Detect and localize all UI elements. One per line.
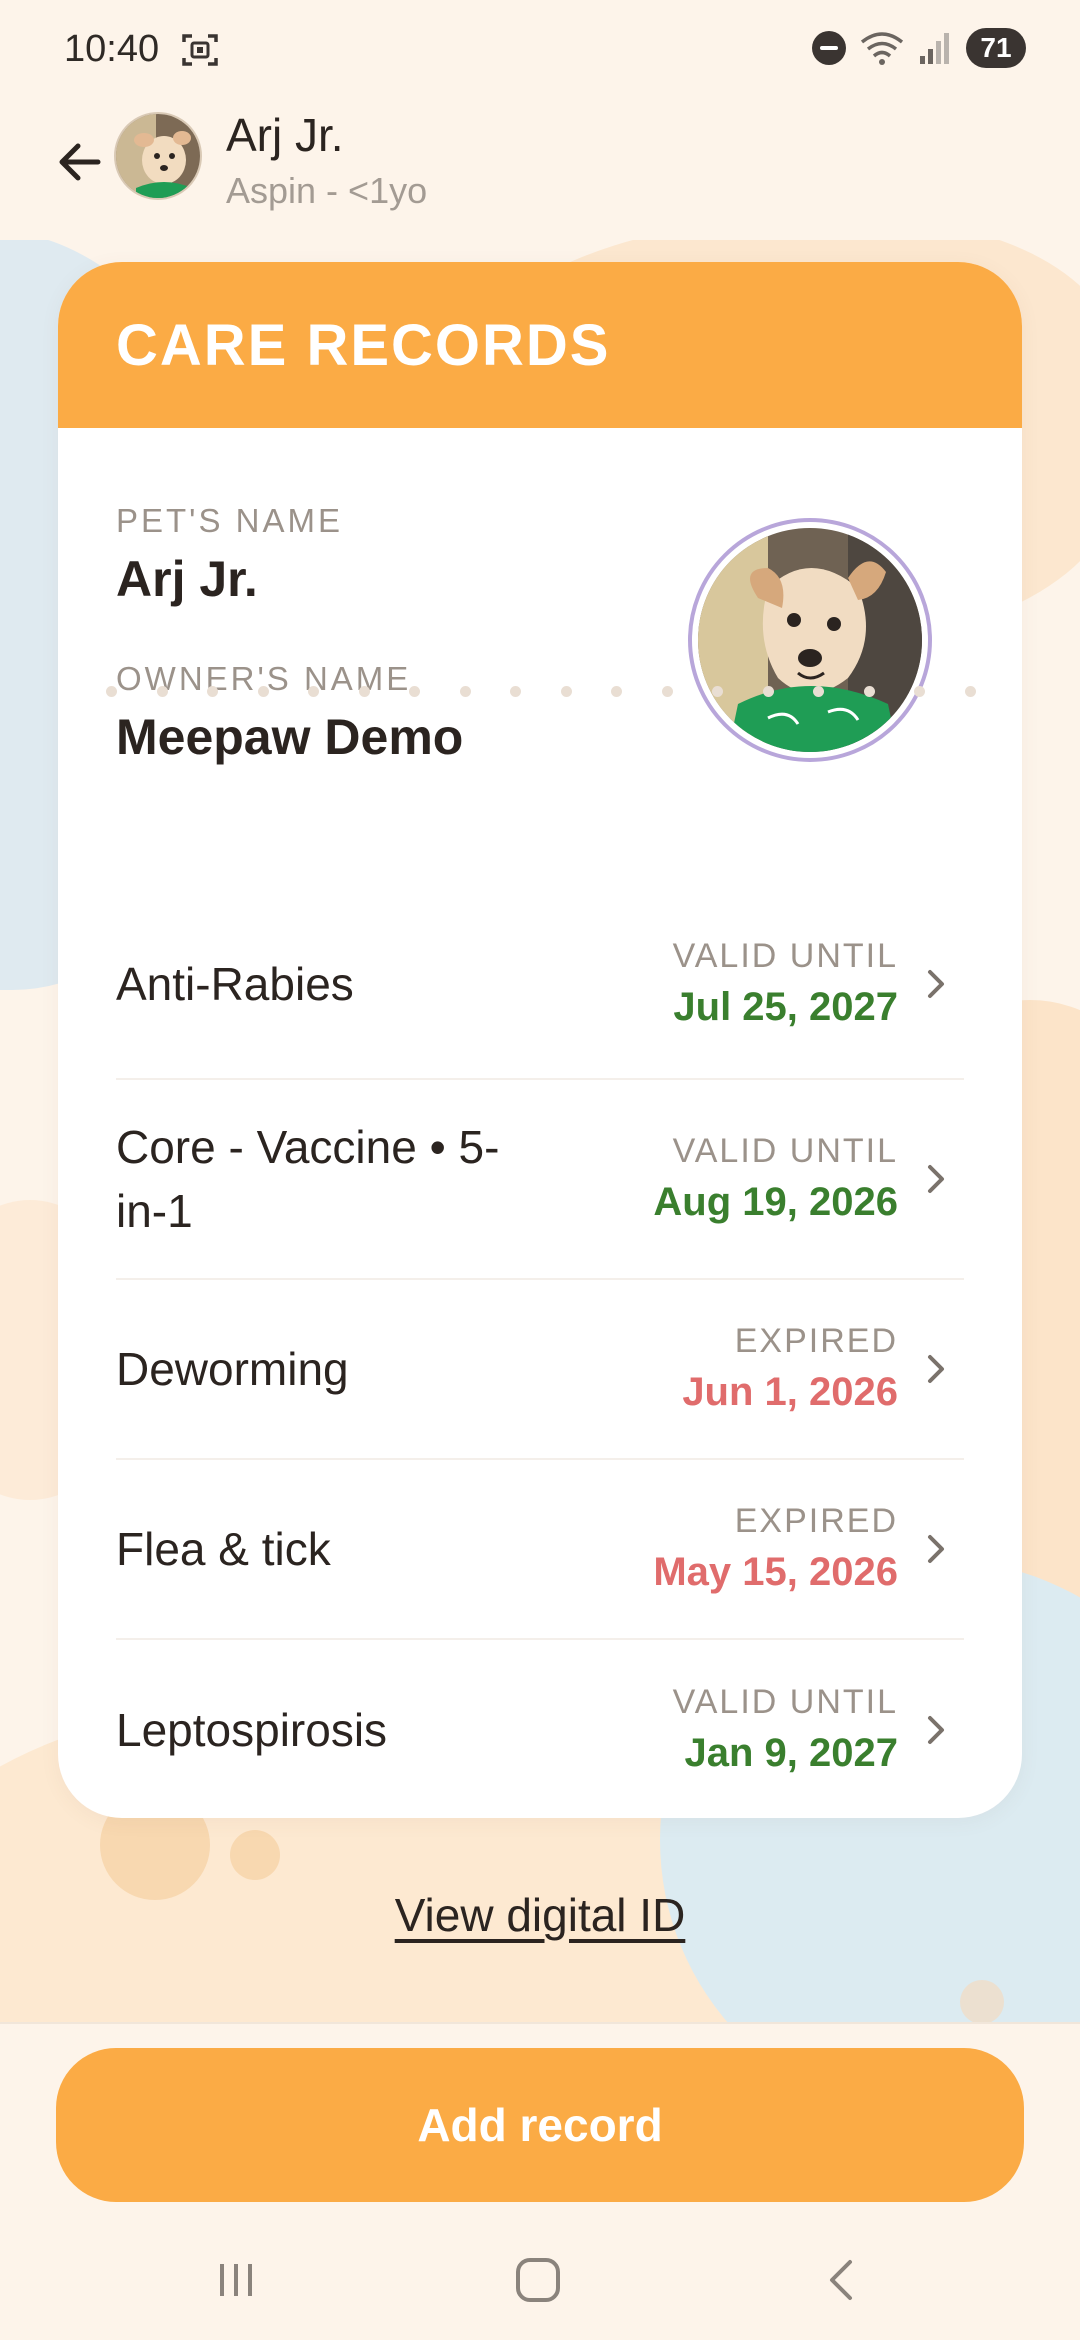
recent-apps-icon[interactable]: [206, 2250, 266, 2310]
record-status: VALID UNTIL Aug 19, 2026: [653, 1128, 898, 1230]
record-date: Jan 9, 2027: [684, 1731, 899, 1775]
home-icon[interactable]: [508, 2250, 568, 2310]
record-row-flea-tick[interactable]: Flea & tick EXPIRED May 15, 2026: [116, 1460, 964, 1640]
chevron-right-icon: [928, 1165, 944, 1193]
pet-photo[interactable]: [688, 518, 932, 762]
paw-print-icon: [230, 1830, 280, 1880]
record-name: Flea & tick: [116, 1523, 331, 1575]
record-status-label: EXPIRED: [734, 1322, 898, 1360]
top-app-bar: Arj Jr. Aspin - <1yo: [0, 100, 1080, 240]
view-digital-id-container: View digital ID: [0, 1888, 1080, 1942]
card-title: CARE RECORDS: [116, 312, 611, 378]
dotted-divider: [106, 686, 976, 697]
record-date: Jul 25, 2027: [673, 985, 898, 1029]
back-icon[interactable]: [812, 2250, 872, 2310]
record-status-label: VALID UNTIL: [672, 1132, 898, 1170]
status-bar: 10:40 71: [0, 0, 1080, 100]
header-pet-subtitle: Aspin - <1yo: [226, 170, 428, 211]
records-list: Anti-Rabies VALID UNTIL Jul 25, 2027 Cor…: [58, 890, 1022, 1818]
chevron-right-icon: [928, 1716, 944, 1744]
owner-name-value: Meepaw Demo: [116, 709, 464, 765]
record-name: Anti-Rabies: [116, 958, 354, 1010]
pet-name-label: PET'S NAME: [116, 502, 344, 539]
app-screen: 10:40 71 Arj Jr. Aspin - <1yo CARE RECOR…: [0, 0, 1080, 2340]
header-pet-name: Arj Jr.: [226, 109, 344, 161]
do-not-disturb-icon: [812, 31, 846, 65]
record-row-anti-rabies[interactable]: Anti-Rabies VALID UNTIL Jul 25, 2027: [116, 890, 964, 1080]
record-status: VALID UNTIL Jul 25, 2027: [673, 933, 898, 1035]
record-row-leptospirosis[interactable]: Leptospirosis VALID UNTIL Jan 9, 2027: [116, 1640, 964, 1818]
add-record-button[interactable]: Add record: [56, 2048, 1024, 2202]
chevron-right-icon: [928, 1535, 944, 1563]
card-header: CARE RECORDS: [58, 262, 1022, 428]
record-status-label: VALID UNTIL: [672, 937, 898, 975]
record-date: May 15, 2026: [653, 1550, 898, 1594]
wifi-icon: [860, 32, 904, 65]
signal-icon: [920, 33, 949, 64]
system-navigation-bar: [0, 2220, 1080, 2340]
battery-icon: 71: [966, 28, 1026, 68]
dog-photo-icon: [698, 528, 922, 752]
screenshot-icon: [182, 34, 218, 66]
record-name: Deworming: [116, 1343, 349, 1395]
pet-avatar[interactable]: [114, 112, 202, 200]
record-status: EXPIRED Jun 1, 2026: [682, 1318, 898, 1420]
record-status-label: EXPIRED: [734, 1502, 898, 1540]
record-name: Core - Vaccine • 5-in-1: [116, 1121, 500, 1237]
pet-name-value: Arj Jr.: [116, 551, 258, 607]
status-time: 10:40: [64, 28, 160, 70]
status-icons: 71: [812, 28, 1026, 68]
pet-info-block: PET'S NAME Arj Jr. OWNER'S NAME Meepaw D…: [58, 428, 1022, 858]
record-status: VALID UNTIL Jan 9, 2027: [673, 1679, 898, 1781]
record-row-deworming[interactable]: Deworming EXPIRED Jun 1, 2026: [116, 1280, 964, 1460]
record-row-core-vaccine[interactable]: Core - Vaccine • 5-in-1 VALID UNTIL Aug …: [116, 1080, 964, 1280]
record-date: Aug 19, 2026: [653, 1180, 898, 1224]
arrow-left-icon: [59, 143, 101, 181]
chevron-right-icon: [928, 970, 944, 998]
back-button[interactable]: [48, 130, 112, 194]
record-status-label: VALID UNTIL: [672, 1683, 898, 1721]
record-name: Leptospirosis: [116, 1704, 388, 1756]
dog-photo-icon: [116, 114, 200, 198]
chevron-right-icon: [928, 1355, 944, 1383]
record-date: Jun 1, 2026: [682, 1370, 898, 1414]
view-digital-id-link[interactable]: View digital ID: [395, 1889, 686, 1941]
care-records-card: CARE RECORDS PET'S NAME Arj Jr. OWNER'S …: [58, 262, 1022, 1818]
record-status: EXPIRED May 15, 2026: [653, 1498, 898, 1600]
paw-print-icon: [960, 1980, 1004, 2024]
